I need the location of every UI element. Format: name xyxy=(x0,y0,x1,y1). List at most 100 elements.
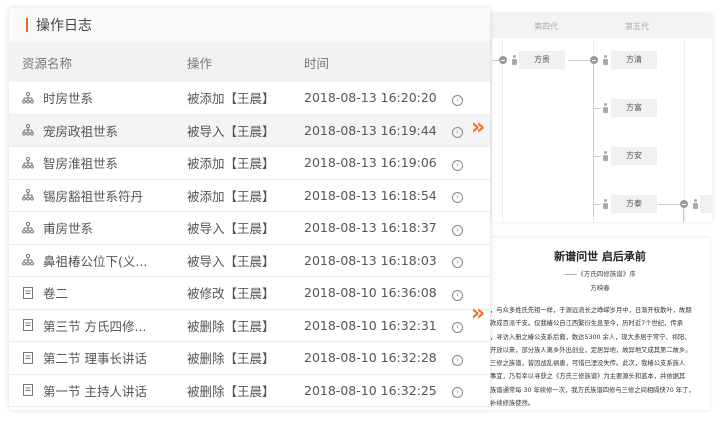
tree-icon xyxy=(22,156,34,169)
resource-name-cell: 第三节 方氏四修... xyxy=(9,316,187,335)
doc-line: 三修之族谱，皆因战乱祸患，可惜已湮没失传。此次，我椿公支系族人 xyxy=(490,360,686,368)
resource-name: 甫房世系 xyxy=(43,221,94,237)
view-detail-icon[interactable]: › xyxy=(452,159,463,171)
doc-line: 开放以来，部分族人离乡外出创业，定居异地，故异地又成其第二故乡。 xyxy=(490,346,692,354)
title-accent-bar xyxy=(26,18,28,32)
time-cell: 2018-08-13 16:18:03 xyxy=(304,252,437,268)
doc-author: 方映春 xyxy=(590,284,610,292)
view-detail-icon[interactable]: › xyxy=(452,322,463,334)
generation-header: 第四代 第五代 xyxy=(492,14,712,38)
document-icon xyxy=(22,319,34,332)
view-detail-icon[interactable]: › xyxy=(452,224,463,236)
time-cell: 2018-08-13 16:18:54 xyxy=(304,187,437,203)
resource-name: 智房淮祖世系 xyxy=(43,156,119,172)
collapse-icon[interactable] xyxy=(499,56,507,64)
tree-icon xyxy=(22,91,34,104)
action-cell: 被删除【王晨】 xyxy=(187,318,275,334)
time-cell: 2018-08-13 16:19:06 xyxy=(304,155,437,171)
time-cell: 2018-08-13 16:20:20 xyxy=(304,90,437,106)
generation-label: 第四代 xyxy=(534,22,558,31)
view-detail-icon[interactable]: › xyxy=(452,354,463,366)
resource-name-cell: 时房世系 xyxy=(9,88,187,107)
tree-node[interactable] xyxy=(700,195,712,213)
tree-icon xyxy=(22,254,34,266)
tree-icon xyxy=(22,124,34,136)
table-row[interactable]: 第一节 主持人讲话 被删除【王晨】 2018-08-10 16:32:25 › xyxy=(9,375,490,407)
resource-name-cell: 第一节 主持人讲话 xyxy=(9,381,187,400)
time-cell: 2018-08-10 16:32:25 xyxy=(304,382,437,398)
tree-node[interactable]: 方贵 xyxy=(519,51,565,69)
resource-name: 时房世系 xyxy=(43,91,94,107)
action-cell: 被修改【王晨】 xyxy=(187,286,275,302)
table-header: 资源名称 操作 时间 xyxy=(9,42,490,82)
tree-node[interactable]: 方富 xyxy=(611,99,657,117)
person-icon xyxy=(693,199,698,209)
resource-name-cell: 智房淮祖世系 xyxy=(9,153,187,172)
operation-log-panel: 操作日志 资源名称 操作 时间 时房世系 被添加【王晨】 2018-08-13 … xyxy=(9,8,490,410)
tree-icon xyxy=(22,189,34,201)
resource-name-cell: 卷二 xyxy=(9,283,187,302)
resource-name: 第二节 理事长讲话 xyxy=(43,351,147,367)
action-cell: 被导入【王晨】 xyxy=(187,253,275,269)
tree-node[interactable]: 方泰 xyxy=(611,195,657,213)
col-action: 操作 xyxy=(187,55,213,71)
resource-name: 第三节 方氏四修... xyxy=(43,318,147,334)
table-row[interactable]: 锡房豁祖世系符丹 被添加【王晨】 2018-08-13 16:18:54 › xyxy=(9,180,490,212)
col-time: 时间 xyxy=(304,55,330,71)
table-row[interactable]: 时房世系 被添加【王晨】 2018-08-13 16:20:20 › xyxy=(9,82,490,115)
family-tree-preview: 第四代 第五代 方贵 方清 方富 方安 方泰 xyxy=(492,14,712,222)
panel-title: 操作日志 xyxy=(36,18,92,34)
person-icon xyxy=(603,55,608,65)
panel-header: 操作日志 xyxy=(9,8,490,42)
generation-label: 第五代 xyxy=(625,22,649,31)
doc-subtitle: ——《方氏四修族谱》序 xyxy=(564,270,636,278)
view-detail-icon[interactable]: › xyxy=(452,127,463,139)
doc-line: 款成百派千支。仅我椿公自江西繁衍生息至今，历时近7个世纪，传承 xyxy=(490,320,683,328)
view-detail-icon[interactable]: › xyxy=(452,387,463,399)
resource-name: 鼻祖椿公位下(义... xyxy=(43,253,148,269)
time-cell: 2018-08-13 16:19:44 xyxy=(304,122,437,138)
table-row[interactable]: 第二节 理事长讲话 被删除【王晨】 2018-08-10 16:32:28 › xyxy=(9,342,490,375)
person-icon xyxy=(603,199,608,209)
resource-name-cell: 鼻祖椿公位下(义... xyxy=(9,251,187,270)
resource-name: 第一节 主持人讲话 xyxy=(43,383,147,399)
document-icon xyxy=(22,286,34,299)
doc-body: ，与众多姓氏先祖一样，于源远流长之峥嵘岁月中，日渐开枝散叶，故期 款成百派千支。… xyxy=(490,304,710,410)
resource-name-cell: 锡房豁祖世系符丹 xyxy=(9,186,187,205)
table-row[interactable]: 甫房世系 被导入【王晨】 2018-08-13 16:18:37 › xyxy=(9,212,490,245)
tree-icon xyxy=(22,221,34,234)
doc-line: ，与众多姓氏先祖一样，于源远流长之峥嵘岁月中，日渐开枝散叶，故期 xyxy=(490,307,692,314)
document-icon xyxy=(22,351,34,364)
view-detail-icon[interactable]: › xyxy=(452,289,463,301)
collapse-icon[interactable] xyxy=(680,200,688,208)
arrow-right-icon: » xyxy=(471,301,485,326)
table-row[interactable]: 智房淮祖世系 被添加【王晨】 2018-08-13 16:19:06 › xyxy=(9,147,490,180)
time-cell: 2018-08-10 16:36:08 xyxy=(304,285,437,301)
action-cell: 被删除【王晨】 xyxy=(187,383,275,399)
action-cell: 被导入【王晨】 xyxy=(187,221,275,237)
view-detail-icon[interactable]: › xyxy=(452,192,463,204)
resource-name-cell: 第二节 理事长讲话 xyxy=(9,348,187,367)
view-detail-icon[interactable]: › xyxy=(452,94,463,106)
person-icon xyxy=(603,103,608,113)
table-row[interactable]: 宠房政祖世系 被导入【王晨】 2018-08-13 16:19:44 › xyxy=(9,114,490,147)
resource-name-cell: 甫房世系 xyxy=(9,218,187,237)
tree-node[interactable]: 方清 xyxy=(611,51,657,69)
resource-name-cell: 宠房政祖世系 xyxy=(9,121,187,140)
doc-title: 新谱问世 启后承前 xyxy=(554,250,646,263)
arrow-right-icon: » xyxy=(471,115,485,140)
tree-node[interactable]: 方安 xyxy=(611,147,657,165)
time-cell: 2018-08-10 16:32:28 xyxy=(304,350,437,366)
col-name: 资源名称 xyxy=(22,55,73,71)
table-row[interactable]: 第三节 方氏四修... 被删除【王晨】 2018-08-10 16:32:31 … xyxy=(9,310,490,342)
document-icon xyxy=(22,384,34,397)
time-cell: 2018-08-13 16:18:37 xyxy=(304,220,437,236)
table-row[interactable]: 卷二 被修改【王晨】 2018-08-10 16:36:08 › xyxy=(9,277,490,310)
time-cell: 2018-08-10 16:32:31 xyxy=(304,317,437,333)
person-icon xyxy=(512,55,517,65)
view-detail-icon[interactable]: › xyxy=(452,257,463,269)
collapse-icon[interactable] xyxy=(590,56,598,64)
resource-name: 锡房豁祖世系符丹 xyxy=(43,188,144,204)
table-row[interactable]: 鼻祖椿公位下(义... 被导入【王晨】 2018-08-13 16:18:03 … xyxy=(9,245,490,277)
action-cell: 被添加【王晨】 xyxy=(187,188,275,204)
